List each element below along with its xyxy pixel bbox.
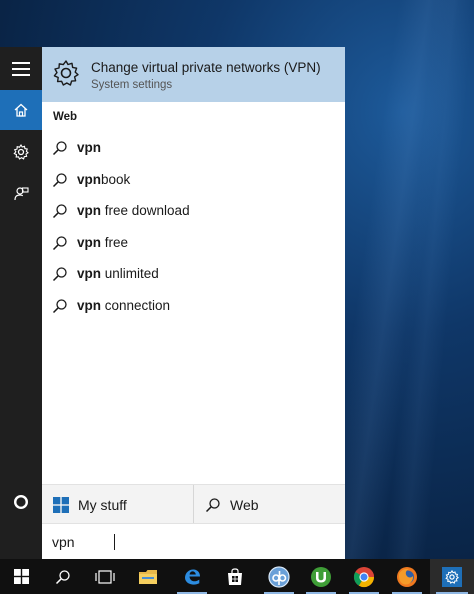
magnifier-icon — [52, 204, 67, 219]
search-box — [42, 523, 345, 560]
search-input[interactable] — [42, 524, 345, 560]
start-icon — [13, 569, 29, 584]
start-button[interactable] — [0, 559, 42, 594]
settings-app-button[interactable] — [430, 559, 474, 594]
utorrent-button[interactable] — [300, 559, 342, 594]
best-match-result[interactable]: Change virtual private networks (VPN) Sy… — [42, 47, 345, 102]
magnifier-icon — [52, 267, 67, 282]
settings-button[interactable] — [0, 132, 42, 172]
qbittorrent-icon — [268, 565, 290, 588]
task-view-icon — [95, 569, 115, 584]
web-suggestion[interactable]: vpn — [42, 133, 345, 163]
web-suggestion[interactable]: vpn free — [42, 228, 345, 258]
chrome-icon — [353, 566, 375, 587]
search-filter-bar: My stuff Web — [42, 484, 345, 524]
home-icon — [14, 103, 28, 117]
settings-app-icon — [442, 566, 462, 587]
magnifier-icon — [52, 141, 67, 156]
web-filter-button[interactable]: Web — [194, 485, 345, 524]
feedback-button[interactable] — [0, 174, 42, 214]
web-suggestion[interactable]: vpn free download — [42, 196, 345, 226]
search-results-panel: Change virtual private networks (VPN) Sy… — [42, 47, 345, 523]
best-match-title: Change virtual private networks (VPN) — [91, 60, 321, 75]
home-button[interactable] — [0, 90, 42, 130]
cortana-circle-icon — [13, 494, 29, 510]
web-suggestion-text: vpn unlimited — [77, 266, 159, 281]
magnifier-icon — [52, 299, 67, 314]
start-left-rail — [0, 47, 42, 559]
web-suggestion-text: vpnbook — [77, 172, 131, 187]
magnifier-icon — [52, 173, 67, 188]
feedback-icon — [14, 187, 29, 201]
text-caret — [114, 534, 115, 550]
store-button[interactable] — [214, 559, 256, 594]
my-stuff-button[interactable]: My stuff — [42, 485, 194, 524]
web-suggestion[interactable]: vpn connection — [42, 291, 345, 321]
cortana-button[interactable] — [0, 482, 42, 522]
task-view-button[interactable] — [84, 559, 126, 594]
web-suggestion[interactable]: vpn unlimited — [42, 259, 345, 289]
best-match-subtitle: System settings — [91, 79, 173, 91]
hamburger-menu-icon — [12, 62, 30, 76]
web-section-heading: Web — [53, 111, 78, 123]
web-filter-label: Web — [230, 496, 259, 513]
search-icon — [55, 569, 70, 584]
taskbar-search-button[interactable] — [42, 559, 84, 594]
utorrent-icon — [311, 566, 331, 587]
edge-button[interactable] — [171, 559, 213, 594]
qbittorrent-button[interactable] — [258, 559, 300, 594]
store-icon — [228, 567, 242, 585]
taskbar — [0, 559, 474, 594]
hamburger-menu-button[interactable] — [0, 49, 42, 89]
chrome-button[interactable] — [343, 559, 385, 594]
web-suggestion-text: vpn — [77, 140, 102, 155]
firefox-button[interactable] — [386, 559, 428, 594]
firefox-icon — [397, 566, 417, 587]
edge-icon — [185, 568, 200, 585]
web-suggestion[interactable]: vpnbook — [42, 165, 345, 195]
web-suggestion-text: vpn free download — [77, 203, 190, 218]
windows-logo-icon — [53, 496, 69, 513]
magnifier-icon — [52, 236, 67, 251]
file-explorer-button[interactable] — [127, 559, 169, 594]
web-suggestion-text: vpn connection — [77, 298, 171, 313]
my-stuff-label: My stuff — [78, 496, 127, 513]
settings-icon — [13, 144, 29, 160]
file-explorer-icon — [139, 569, 157, 584]
magnifier-icon — [205, 497, 221, 513]
gear-icon — [53, 60, 79, 86]
web-suggestion-text: vpn free — [77, 235, 129, 250]
